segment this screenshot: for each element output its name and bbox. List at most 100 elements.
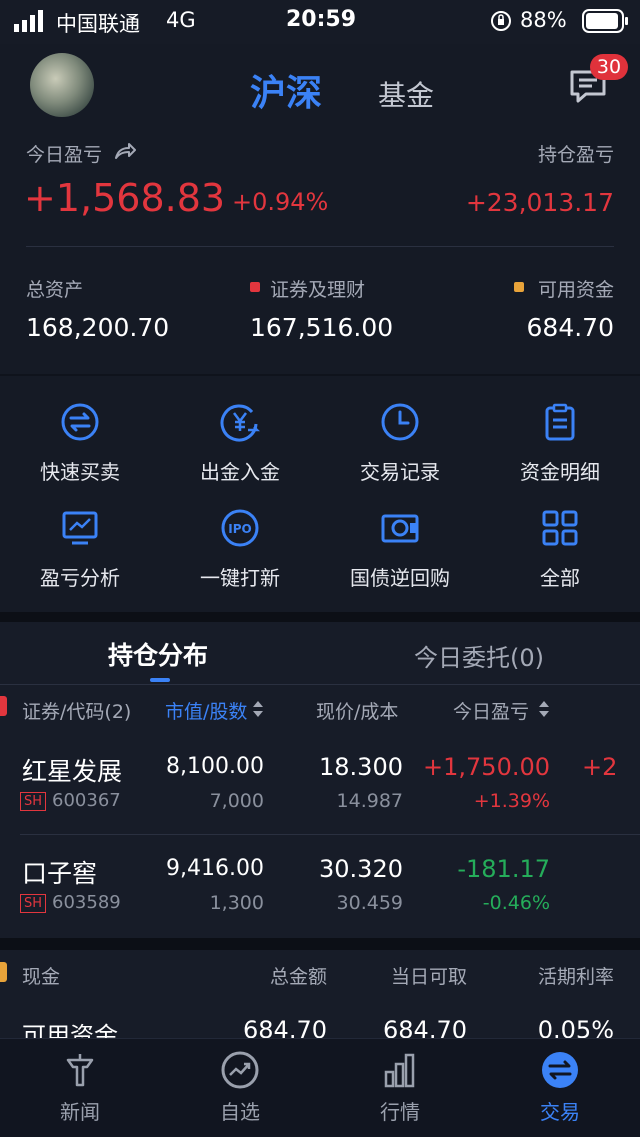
current-price: 30.320: [319, 855, 403, 883]
securities-label: 证券及理财: [270, 279, 366, 301]
quick-action-label: 出金入金: [200, 460, 280, 484]
shares: 1,300: [209, 892, 264, 914]
trend-icon: [221, 1051, 259, 1089]
share-icon[interactable]: [114, 142, 136, 164]
status-bar: 中国联通 4G 20:59 88%: [0, 0, 640, 44]
market-value: 8,100.00: [166, 754, 264, 779]
quick-action-label: 资金明细: [520, 460, 600, 484]
market-tag: SH: [20, 893, 47, 913]
deposit-withdraw-button[interactable]: 出金入金: [160, 402, 320, 485]
bond-repo-button[interactable]: 国债逆回购: [320, 508, 480, 591]
sort-icon[interactable]: [252, 700, 264, 722]
today-pl-percent: +1.39%: [473, 790, 550, 812]
nav-trade[interactable]: 交易: [480, 1046, 640, 1125]
rotation-lock-icon: [490, 10, 512, 37]
column-header-price[interactable]: 现价/成本: [316, 697, 398, 724]
market-value: 9,416.00: [166, 856, 264, 881]
today-pl: +1,750.00: [423, 753, 550, 781]
today-pl-percent: +0.94%: [232, 188, 329, 216]
tab-fund[interactable]: 基金: [378, 74, 434, 114]
clock-icon: [381, 403, 419, 441]
signal-icon: [14, 10, 48, 37]
available-label: 可用资金: [537, 279, 614, 301]
code-text: 600367: [52, 790, 121, 811]
nav-label: 新闻: [60, 1100, 100, 1124]
ipo-icon: IPO: [221, 509, 259, 547]
securities-value: 167,516.00: [250, 313, 394, 342]
nav-label: 自选: [220, 1100, 260, 1124]
nav-news[interactable]: 新闻: [0, 1046, 160, 1125]
grid-icon: [542, 510, 578, 546]
quick-action-label: 一键打新: [200, 566, 280, 590]
bar-chart-icon: [384, 1053, 415, 1088]
trade-icon: [542, 1052, 578, 1088]
clock-time: 20:59: [286, 7, 357, 32]
carrier-label: 中国联通: [56, 12, 140, 36]
current-price: 18.300: [319, 753, 403, 781]
quick-action-label: 国债逆回购: [350, 566, 450, 590]
battery-percent: 88%: [520, 8, 567, 32]
news-icon: [66, 1054, 94, 1087]
clipboard-icon: [545, 403, 575, 441]
column-header-withdrawable: 当日可取: [390, 966, 467, 988]
section-marker: [0, 696, 7, 716]
available-value: 684.70: [526, 313, 614, 342]
cost-price: 30.459: [336, 892, 403, 914]
chart-monitor-icon: [62, 511, 98, 545]
pl-analysis-button[interactable]: 盈亏分析: [0, 508, 160, 591]
nav-label: 行情: [380, 1100, 420, 1124]
sort-icon[interactable]: [538, 700, 550, 722]
section-marker: [0, 962, 7, 982]
tab-indicator: [150, 678, 170, 682]
column-header-market-value[interactable]: 市值/股数: [165, 697, 247, 724]
quick-action-label: 盈亏分析: [40, 566, 120, 590]
stock-code: SH 600367: [20, 790, 121, 811]
today-pl-label: 今日盈亏: [26, 144, 103, 166]
stock-name: 口子窖: [22, 859, 98, 888]
avatar[interactable]: [30, 53, 94, 117]
holding-pl-value: +23,013.17: [465, 188, 614, 217]
available-dot: [514, 282, 524, 292]
tab-holdings[interactable]: 持仓分布: [108, 636, 208, 672]
market-tag: SH: [20, 791, 47, 811]
cost-price: 14.987: [336, 790, 403, 812]
tab-hushen[interactable]: 沪深: [250, 64, 322, 116]
stock-name: 红星发展: [22, 757, 123, 786]
quick-action-label: 交易记录: [360, 460, 440, 484]
total-assets-value: 168,200.70: [26, 313, 170, 342]
trade-records-button[interactable]: 交易记录: [320, 402, 480, 485]
column-header-rate: 活期利率: [537, 966, 614, 988]
bond-icon: [381, 514, 419, 543]
holding-pl-partial: +2: [582, 753, 618, 781]
securities-dot: [250, 282, 260, 292]
divider: [26, 246, 614, 247]
svg-text:IPO: IPO: [228, 522, 251, 536]
cash-title: 现金: [22, 966, 61, 988]
shares: 7,000: [209, 790, 264, 812]
column-header-today-pl[interactable]: 今日盈亏: [453, 697, 529, 724]
quick-action-label: 快速买卖: [40, 460, 120, 484]
ipo-subscribe-button[interactable]: IPO 一键打新: [160, 508, 320, 591]
yuan-transfer-icon: [220, 404, 260, 442]
swap-icon: [61, 403, 99, 441]
total-assets-label: 总资产: [26, 279, 84, 301]
today-pl: -181.17: [457, 855, 550, 883]
tab-today-orders[interactable]: 今日委托(0): [414, 638, 544, 673]
message-badge: 30: [590, 54, 628, 80]
code-text: 603589: [52, 892, 121, 913]
quick-action-label: 全部: [540, 566, 580, 590]
all-functions-button[interactable]: 全部: [480, 508, 640, 591]
battery-icon: [582, 9, 630, 38]
fund-details-button[interactable]: 资金明细: [480, 402, 640, 485]
column-header-total: 总金额: [269, 966, 327, 988]
quick-trade-button[interactable]: 快速买卖: [0, 402, 160, 485]
stock-code: SH 603589: [20, 892, 121, 913]
nav-label: 交易: [540, 1100, 580, 1124]
nav-market[interactable]: 行情: [320, 1046, 480, 1125]
nav-watchlist[interactable]: 自选: [160, 1046, 320, 1125]
today-pl-value: +1,568.83: [24, 176, 226, 220]
column-header-security[interactable]: 证券/代码(2): [22, 697, 131, 724]
holding-pl-label: 持仓盈亏: [537, 144, 614, 166]
network-label: 4G: [166, 8, 196, 32]
today-pl-percent: -0.46%: [482, 892, 550, 914]
